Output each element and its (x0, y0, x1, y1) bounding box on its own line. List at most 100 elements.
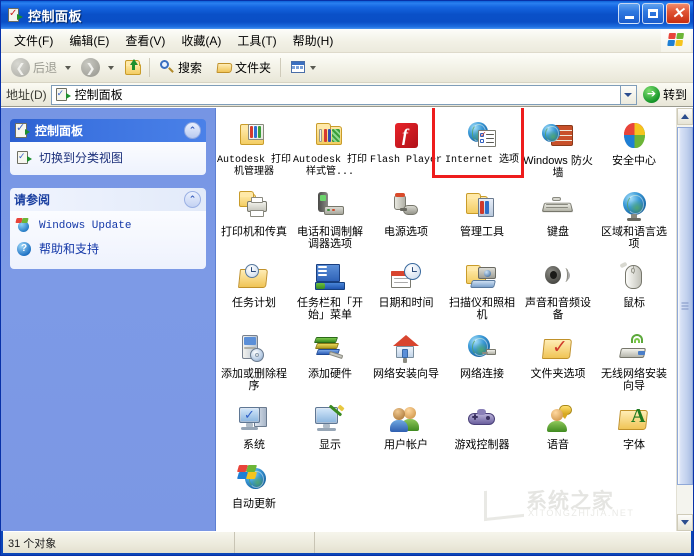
forward-history-caret-icon[interactable] (108, 65, 115, 70)
item-display[interactable]: 显示 (292, 400, 368, 453)
collapse-chevron-icon[interactable]: ⌃ (184, 191, 201, 208)
sidebar-link-help-support[interactable]: ? 帮助和支持 (16, 240, 200, 257)
menu-help[interactable]: 帮助(H) (285, 31, 342, 51)
item-date-and-time[interactable]: 日期和时间 (368, 258, 444, 323)
views-button[interactable] (286, 57, 320, 78)
windows-update-icon (15, 218, 32, 234)
item-keyboard[interactable]: 键盘 (520, 187, 596, 252)
item-label: 电话和调制解调器选项 (297, 226, 363, 250)
item-user-accounts[interactable]: 用户帐户 (368, 400, 444, 453)
item-speech[interactable]: 语音 (520, 400, 596, 453)
control-panel-panel-body: ✓ 切换到分类视图 (10, 142, 206, 175)
item-internet-options[interactable]: ✓ Internet 选项 (444, 116, 520, 181)
back-history-caret-icon[interactable] (65, 65, 72, 70)
collapse-chevron-icon[interactable]: ⌃ (184, 122, 201, 139)
control-panel-small-icon: ✓ (55, 87, 71, 102)
search-button[interactable]: 搜索 (155, 57, 206, 78)
item-label: 网络连接 (460, 368, 504, 380)
scrollbar-thumb[interactable] (677, 127, 693, 485)
menu-edit[interactable]: 编辑(E) (61, 31, 117, 51)
toolbar-separator (149, 58, 151, 77)
item-windows-firewall[interactable]: Windows 防火墙 (520, 116, 596, 181)
item-label: Autodesk 打印机管理器 (217, 155, 292, 178)
views-caret-icon[interactable] (310, 65, 317, 70)
automatic-updates-icon (236, 463, 271, 495)
item-label: 鼠标 (623, 297, 645, 309)
item-security-center[interactable]: 安全中心 (596, 116, 672, 181)
icon-grid: Autodesk 打印机管理器 Autodesk 打印样式管... f Flas… (216, 108, 676, 531)
folder-options-icon: ✓ (541, 333, 575, 365)
status-panel-middle (235, 532, 315, 553)
views-icon (290, 59, 306, 76)
item-printers-and-faxes[interactable]: 打印机和传真 (216, 187, 292, 252)
forward-button[interactable]: ❯ (77, 56, 104, 79)
item-network-setup-wizard[interactable]: 网络安装向导 (368, 329, 444, 394)
up-folder-icon (124, 58, 142, 77)
item-fonts[interactable]: A 字体 (596, 400, 672, 453)
navigation-toolbar: ❮ 后退 ❯ 搜索 文件夹 (1, 53, 693, 83)
scrollbar-track[interactable] (677, 125, 693, 514)
mouse-icon (617, 261, 651, 294)
item-label: 打印机和传真 (221, 226, 287, 238)
help-support-icon: ? (16, 241, 32, 257)
item-wireless-network-wizard[interactable]: 无线网络安装向导 (596, 329, 672, 394)
go-label: 转到 (662, 88, 687, 102)
item-scheduled-tasks[interactable]: 任务计划 (216, 258, 292, 323)
fonts-icon: A (617, 404, 651, 436)
scrollbar-grip-icon (681, 302, 689, 310)
sounds-audio-devices-icon (541, 262, 575, 294)
back-button[interactable]: ❮ 后退 (7, 56, 61, 79)
sidebar-link-windows-update[interactable]: Windows Update (15, 218, 200, 234)
address-dropdown-button[interactable] (619, 84, 637, 105)
status-bar: 31 个对象 (3, 531, 691, 553)
item-label: 无线网络安装向导 (601, 368, 667, 392)
flash-player-icon: f (389, 120, 423, 152)
address-input[interactable]: ✓ 控制面板 (50, 84, 620, 105)
item-game-controllers[interactable]: 游戏控制器 (444, 400, 520, 453)
item-scanners-and-cameras[interactable]: 扫描仪和照相机 (444, 258, 520, 323)
item-phone-and-modem[interactable]: 电话和调制解调器选项 (292, 187, 368, 252)
sidebar-link-switch-view[interactable]: ✓ 切换到分类视图 (16, 149, 200, 166)
scroll-down-button[interactable] (677, 514, 693, 531)
item-autodesk-plot-style[interactable]: Autodesk 打印样式管... (292, 116, 368, 181)
minimize-button[interactable] (618, 3, 640, 24)
close-button[interactable]: ✕ (666, 3, 690, 24)
system-icon: ✓ (237, 404, 271, 436)
item-regional-language[interactable]: 区域和语言选项 (596, 187, 672, 252)
menu-file[interactable]: 文件(F) (6, 31, 61, 51)
item-add-hardware[interactable]: 添加硬件 (292, 329, 368, 394)
menu-favorites[interactable]: 收藏(A) (173, 31, 229, 51)
item-add-remove-programs[interactable]: 添加或删除程序 (216, 329, 292, 394)
search-label: 搜索 (178, 61, 203, 75)
item-mouse[interactable]: 鼠标 (596, 258, 672, 323)
up-button[interactable] (120, 56, 144, 79)
address-label: 地址(D) (6, 88, 47, 102)
item-autodesk-printer-manager[interactable]: Autodesk 打印机管理器 (216, 116, 292, 181)
maximize-button[interactable] (642, 3, 664, 24)
go-button[interactable]: ➔ 转到 (637, 86, 691, 103)
see-also-panel-header[interactable]: 请参阅 ⌃ (10, 188, 206, 211)
item-folder-options[interactable]: ✓ 文件夹选项 (520, 329, 596, 394)
forward-arrow-icon: ❯ (81, 58, 101, 77)
menu-tools[interactable]: 工具(T) (229, 31, 284, 51)
printers-and-faxes-icon (237, 191, 271, 223)
control-panel-panel-header[interactable]: ✓ 控制面板 ⌃ (10, 119, 206, 142)
item-power-options[interactable]: 电源选项 (368, 187, 444, 252)
scroll-up-button[interactable] (677, 108, 693, 125)
scheduled-tasks-icon (237, 262, 271, 294)
item-system[interactable]: ✓ 系统 (216, 400, 292, 453)
item-label: 文件夹选项 (530, 368, 586, 380)
item-taskbar-startmenu[interactable]: 任务栏和「开始」菜单 (292, 258, 368, 323)
menu-view[interactable]: 查看(V) (117, 31, 173, 51)
folders-button[interactable]: 文件夹 (212, 57, 275, 78)
item-sounds-audio-devices[interactable]: 声音和音频设备 (520, 258, 596, 323)
item-administrative-tools[interactable]: 管理工具 (444, 187, 520, 252)
taskbar-startmenu-icon (313, 262, 347, 294)
item-automatic-updates[interactable]: 自动更新 (216, 459, 292, 512)
vertical-scrollbar[interactable] (676, 108, 693, 531)
item-label: 添加硬件 (308, 368, 352, 380)
item-network-connections[interactable]: 网络连接 (444, 329, 520, 394)
toolbar-separator-2 (280, 58, 282, 77)
item-flash-player[interactable]: f Flash Player (368, 116, 444, 181)
item-label: 任务计划 (232, 297, 276, 309)
